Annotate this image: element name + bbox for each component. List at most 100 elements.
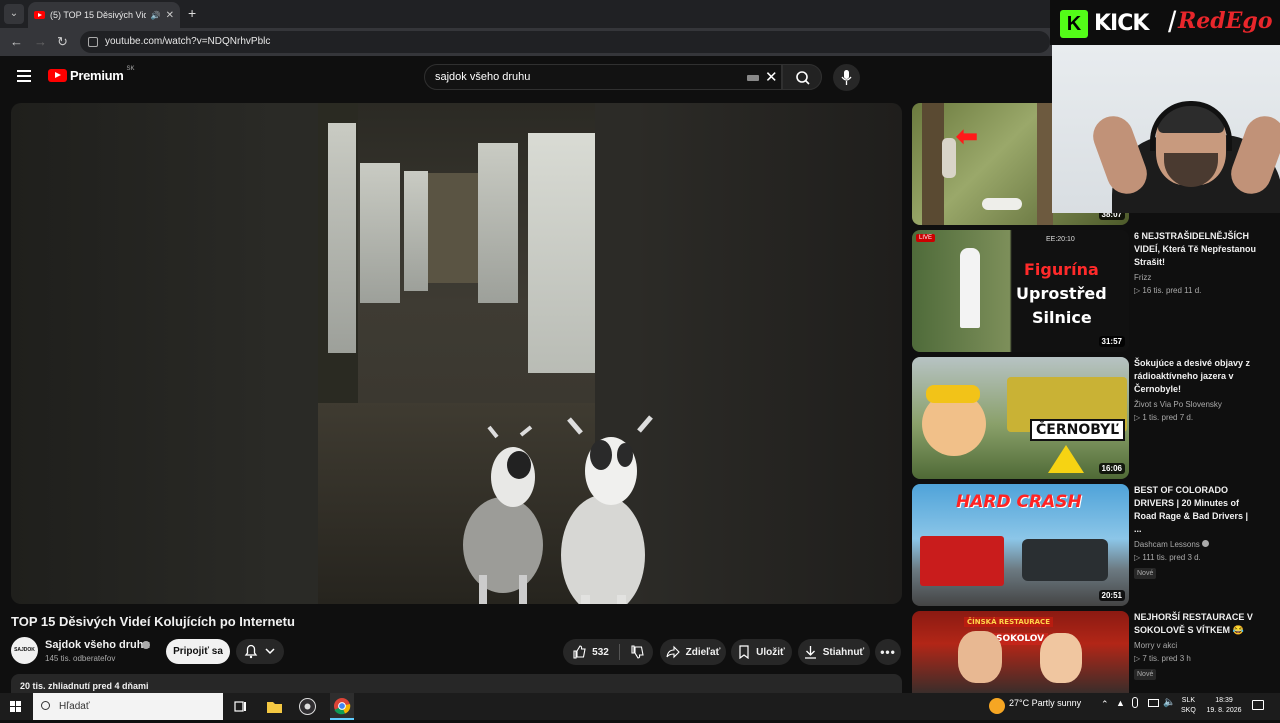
hamburger-menu-icon[interactable] bbox=[17, 70, 31, 82]
search-input[interactable]: sajdok všeho druhu ✕ bbox=[424, 64, 782, 90]
goat-figure-left bbox=[463, 425, 543, 604]
forward-arrow-icon[interactable]: → bbox=[34, 34, 47, 49]
search-query-text: sajdok všeho druhu bbox=[435, 71, 531, 83]
like-button[interactable]: 532 bbox=[572, 645, 609, 659]
clear-search-icon[interactable]: ✕ bbox=[765, 66, 778, 90]
more-actions-button[interactable]: ••• bbox=[875, 639, 901, 665]
task-view-icon[interactable] bbox=[231, 697, 250, 716]
video-duration: 20:51 bbox=[1098, 590, 1125, 601]
recommended-channel[interactable]: Dashcam Lessons bbox=[1134, 540, 1258, 549]
like-count: 532 bbox=[592, 646, 609, 658]
keyboard-layout-code: SKQ bbox=[1181, 707, 1196, 714]
share-arrow-icon bbox=[666, 645, 680, 659]
thumbnail-timer-text: EE:20:10 bbox=[1046, 236, 1075, 243]
goat-figure-right bbox=[561, 415, 653, 604]
like-dislike-group: 532 bbox=[563, 639, 653, 665]
recommended-title[interactable]: Šokujúce a desivé objavy z rádioaktívneh… bbox=[1134, 357, 1258, 396]
search-icon bbox=[41, 701, 50, 710]
recommended-channel[interactable]: Frizz bbox=[1134, 273, 1258, 282]
thumbnail-text-line: ČERNOBYĽ bbox=[1030, 419, 1126, 441]
address-bar[interactable]: youtube.com/watch?v=NDQNrhvPblc bbox=[80, 31, 1050, 53]
tab-search-button[interactable]: ⌄ bbox=[4, 4, 24, 24]
clock-time: 18:39 bbox=[1215, 697, 1233, 704]
channel-name[interactable]: Sajdok všeho druhu bbox=[45, 639, 150, 651]
recommended-video[interactable]: HARD CRASH 20:51 BEST OF COLORADO DRIVER… bbox=[912, 484, 1272, 606]
video-player[interactable] bbox=[11, 103, 902, 604]
logo-brand-text: Premium bbox=[70, 68, 124, 83]
obs-studio-icon[interactable] bbox=[298, 697, 317, 716]
thumbs-down-dislike-icon[interactable] bbox=[630, 645, 644, 659]
recommended-meta: ▷ 111 tis. pred 3 d. bbox=[1134, 553, 1201, 562]
recommended-title[interactable]: NEJHORŠÍ RESTAURACE V SOKOLOVĚ S VÍTKEM … bbox=[1134, 611, 1258, 637]
download-button[interactable]: Stiahnuť bbox=[798, 639, 870, 665]
youtube-premium-logo[interactable]: Premium SK bbox=[48, 66, 135, 83]
file-explorer-icon[interactable] bbox=[265, 697, 284, 716]
youtube-header: Premium SK sajdok všeho druhu ✕ bbox=[0, 56, 1050, 100]
video-title: TOP 15 Děsivých Videí Kolujících po Inte… bbox=[11, 614, 295, 629]
video-thumbnail[interactable]: LIVE EE:20:10 Figurína Uprostřed Silnice… bbox=[912, 230, 1129, 352]
url-text: youtube.com/watch?v=NDQNrhvPblc bbox=[105, 36, 271, 47]
volume-icon[interactable]: 🔈 bbox=[1163, 697, 1175, 708]
bookmark-icon bbox=[739, 645, 749, 659]
video-thumbnail[interactable]: HARD CRASH 20:51 bbox=[912, 484, 1129, 606]
network-icon[interactable]: ▲ bbox=[1116, 698, 1125, 708]
recommended-channel[interactable]: Život s Via Po Slovensky bbox=[1134, 400, 1258, 409]
video-thumbnail[interactable]: ČERNOBYĽ 16:06 bbox=[912, 357, 1129, 479]
mic-tray-icon[interactable] bbox=[1132, 697, 1138, 708]
recommended-video[interactable]: ČERNOBYĽ 16:06 Šokujúce a desivé objavy … bbox=[912, 357, 1272, 479]
close-tab-icon[interactable]: ✕ bbox=[166, 10, 174, 21]
thumbnail-text-line: Uprostřed bbox=[1016, 284, 1107, 303]
channel-avatar[interactable]: SAJDOK bbox=[11, 637, 38, 664]
reload-icon[interactable]: ↻ bbox=[57, 34, 68, 50]
headphones-icon bbox=[1150, 101, 1232, 151]
thumbnail-text-line: HARD CRASH bbox=[956, 492, 1082, 512]
recommended-video[interactable]: ČÍNSKÁ RESTAURACE SOKOLOV NEJHORŠÍ RESTA… bbox=[912, 611, 1272, 693]
taskbar-search-input[interactable]: Hľadať bbox=[33, 693, 223, 720]
voice-search-button[interactable] bbox=[833, 64, 860, 91]
input-language[interactable]: SLK SKQ bbox=[1181, 696, 1196, 716]
notification-bell-button[interactable] bbox=[236, 639, 284, 664]
recommended-meta: ▷ 16 tis. pred 11 d. bbox=[1134, 286, 1202, 295]
search-button[interactable] bbox=[782, 64, 822, 90]
save-label: Uložiť bbox=[756, 646, 785, 658]
kick-redego-banner: K KICK / RedEgo bbox=[1050, 0, 1280, 45]
keyboard-icon[interactable] bbox=[747, 75, 759, 81]
youtube-favicon-icon bbox=[34, 11, 45, 19]
new-tab-button[interactable]: + bbox=[188, 5, 196, 21]
tab-title: (5) TOP 15 Děsivých Videí K bbox=[50, 10, 146, 20]
recommended-video[interactable]: LIVE EE:20:10 Figurína Uprostřed Silnice… bbox=[912, 230, 1272, 352]
browser-tab-active[interactable]: (5) TOP 15 Děsivých Videí K 🔊 ✕ bbox=[28, 2, 180, 28]
devices-icon[interactable] bbox=[1148, 699, 1159, 707]
webcam-feed bbox=[1052, 45, 1280, 213]
share-button[interactable]: Zdieľať bbox=[660, 639, 726, 665]
more-dots-icon: ••• bbox=[880, 645, 896, 659]
thumbnail-text-line: ČÍNSKÁ RESTAURACE bbox=[964, 617, 1053, 627]
download-label: Stiahnuť bbox=[822, 646, 865, 658]
video-thumbnail[interactable]: ČÍNSKÁ RESTAURACE SOKOLOV bbox=[912, 611, 1129, 693]
save-button[interactable]: Uložiť bbox=[731, 639, 792, 665]
red-arrow-icon: ⬅ bbox=[956, 121, 978, 151]
windows-start-icon[interactable] bbox=[10, 701, 21, 712]
recommended-meta: ▷ 7 tis. pred 3 h bbox=[1134, 654, 1191, 663]
site-info-icon[interactable] bbox=[88, 37, 98, 47]
tray-chevron-icon[interactable]: ⌃ bbox=[1101, 699, 1109, 710]
weather-sun-icon[interactable] bbox=[989, 698, 1005, 714]
bell-icon bbox=[244, 644, 275, 659]
speaker-icon[interactable]: 🔊 bbox=[151, 11, 161, 20]
recommended-title[interactable]: BEST OF COLORADO DRIVERS | 20 Minutes of… bbox=[1134, 484, 1258, 536]
weather-text[interactable]: 27°C Partly sunny bbox=[1009, 698, 1081, 708]
search-icon bbox=[796, 71, 810, 85]
subscriber-count: 145 tis. odberateľov bbox=[45, 654, 116, 663]
recommended-title[interactable]: 6 NEJSTRAŠIDELNĚJŠÍCH VIDEÍ, Která Tě Ne… bbox=[1134, 230, 1258, 269]
back-arrow-icon[interactable]: ← bbox=[10, 34, 23, 49]
clock-date: 19. 8. 2026 bbox=[1206, 707, 1242, 714]
windows-taskbar: Hľadať 27°C Partly sunny ⌃ ▲ 🔈 SLK SKQ 1… bbox=[0, 693, 1280, 720]
recommended-channel[interactable]: Morry v akci bbox=[1134, 641, 1258, 650]
verified-badge-icon bbox=[1202, 540, 1210, 547]
system-clock[interactable]: 18:39 19. 8. 2026 bbox=[1204, 696, 1244, 716]
join-button[interactable]: Pripojiť sa bbox=[166, 639, 230, 664]
chrome-taskbar-icon[interactable] bbox=[330, 693, 354, 720]
notifications-icon[interactable] bbox=[1252, 700, 1264, 710]
video-duration: 31:57 bbox=[1098, 336, 1125, 347]
microphone-icon bbox=[841, 70, 852, 85]
